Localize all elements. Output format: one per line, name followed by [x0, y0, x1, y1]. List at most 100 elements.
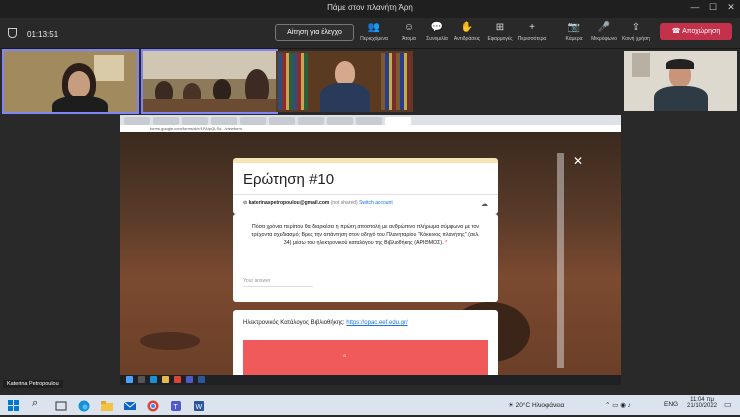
self-video-tile[interactable] [624, 51, 737, 111]
address-bar[interactable]: forms.google.com/forms/d/e/1FAIpQLSd.../… [120, 125, 621, 132]
timer-value: 01:13:51 [27, 30, 59, 39]
student-3 [213, 79, 231, 101]
participant-video-tile[interactable] [2, 49, 139, 114]
cloud-icon: ☁ [481, 201, 488, 208]
window-title: Πάμε στον πλανήτη Άρη [327, 3, 413, 12]
reactions-button[interactable]: ✋ Αντιδράσεις [451, 22, 483, 42]
window-titlebar: Πάμε στον πλανήτη Άρη — ☐ ✕ [0, 0, 740, 18]
windows-start-icon[interactable] [8, 399, 20, 411]
catalog-link[interactable]: https://opac.eef.edu.gr/ [346, 320, 407, 326]
participant-face [68, 71, 90, 97]
content-button[interactable]: 👥 Περιεχόμενα [358, 22, 390, 42]
desk [143, 99, 276, 112]
share-icon: ⇪ [631, 22, 641, 33]
more-icon: + [529, 22, 535, 33]
windows-icon [126, 376, 133, 383]
chrome-icon[interactable] [147, 399, 159, 412]
browser-tab[interactable] [124, 117, 150, 125]
search-icon [138, 376, 145, 383]
apps-button[interactable]: ⊞ Εφαρμογές [484, 22, 516, 42]
hand-icon: ✋ [460, 22, 474, 33]
teams-icon [186, 376, 193, 383]
microphone-button[interactable]: 🎤 Μικρόφωνο [588, 22, 620, 42]
question-card: Πόσα χρόνια περίπου θα διαρκέσει η πρώτη… [233, 214, 498, 302]
browser-tab[interactable] [327, 117, 353, 125]
headset [666, 59, 694, 69]
divider [233, 194, 498, 195]
content-icon: 👥 [367, 22, 381, 33]
task-view-icon[interactable] [55, 399, 67, 411]
notification-icon[interactable]: ▭ [724, 400, 732, 409]
edge-icon[interactable] [78, 399, 90, 412]
microphone-icon: 🎤 [597, 22, 611, 33]
browser-tab[interactable] [356, 117, 382, 125]
mail-icon[interactable] [123, 399, 137, 411]
cloud-sun-icon: ☀ [508, 402, 516, 409]
account-email: katerinaspetropoulou@gmail.com [248, 200, 330, 206]
answer-input[interactable]: Your answer [243, 278, 313, 287]
phone-icon: ☎ [671, 28, 683, 35]
classroom-video-tile[interactable] [141, 49, 278, 114]
apps-icon: ⊞ [495, 22, 505, 33]
browser-tab-active[interactable] [385, 117, 411, 125]
participant-name-tag: Katerina Petropoulou [3, 380, 63, 388]
meeting-toolbar: 01:13:51 Αίτηση για έλεγχο 👥 Περιεχόμενα … [0, 18, 740, 49]
library-banner-image: ⊙ [243, 340, 488, 380]
browser-tab[interactable] [153, 117, 179, 125]
word-icon [198, 376, 205, 383]
switch-account-link[interactable]: Switch account [359, 200, 393, 206]
share-button[interactable]: ⇪ Κοινή χρήση [620, 22, 652, 42]
clock[interactable]: 11:04 πμ 21/10/2022 [684, 397, 720, 409]
leave-button[interactable]: ☎ Αποχώρηση [660, 23, 732, 40]
banner-logo: ⊙ [343, 353, 347, 358]
self-body [654, 86, 708, 111]
maximize-button[interactable]: ☐ [706, 2, 720, 13]
search-icon[interactable]: ⌕ [32, 397, 44, 409]
not-shared-text: (not shared) [330, 200, 358, 206]
form-header-card: Ερώτηση #10 ⊘ katerinaspetropoulou@gmail… [233, 158, 498, 214]
language-indicator[interactable]: ENG [664, 401, 678, 408]
bookshelf-right [381, 53, 411, 110]
url-text: forms.google.com/forms/d/e/1FAIpQLSd.../… [150, 126, 242, 131]
librarian-body [320, 83, 370, 112]
question-text: Πόσα χρόνια περίπου θα διαρκέσει η πρώτη… [251, 224, 480, 246]
required-mark: * [445, 240, 448, 246]
browser-tab[interactable] [211, 117, 237, 125]
catalog-card: Ηλεκτρονικός Κατάλογος Βιβλιοθήκης: http… [233, 310, 498, 385]
more-button[interactable]: + Περισσότερα [516, 22, 548, 42]
browser-tab[interactable] [298, 117, 324, 125]
librarian-video-tile[interactable] [276, 51, 413, 112]
participant-body [52, 96, 108, 112]
browser-tabs-bar: forms.google.com/forms/d/e/1FAIpQLSd.../… [120, 115, 621, 132]
weather-widget[interactable]: ☀ 20°C Ηλιοφάνεια [508, 401, 564, 409]
account-line: ⊘ katerinaspetropoulou@gmail.com (not sh… [243, 200, 393, 206]
window-frame [632, 53, 650, 77]
teams-icon[interactable]: T [170, 399, 182, 411]
browser-tab[interactable] [240, 117, 266, 125]
camera-button[interactable]: 📷 Κάμερα [558, 22, 590, 42]
close-window-button[interactable]: ✕ [724, 2, 738, 13]
form-title: Ερώτηση #10 [243, 171, 335, 188]
page-scrollbar[interactable] [557, 153, 564, 368]
close-icon[interactable]: ✕ [573, 154, 583, 168]
shared-screen[interactable]: forms.google.com/forms/d/e/1FAIpQLSd.../… [120, 115, 621, 385]
chat-icon: 💬 [430, 22, 444, 33]
system-tray-icons[interactable]: ⌃ ▭ ◉ ♪ [605, 401, 631, 409]
request-control-button[interactable]: Αίτηση για έλεγχο [275, 24, 354, 41]
meeting-timer: 01:13:51 [8, 28, 58, 39]
folder-icon [162, 376, 169, 383]
word-icon[interactable]: W [193, 399, 205, 411]
svg-text:W: W [196, 404, 203, 411]
catalog-line: Ηλεκτρονικός Κατάλογος Βιβλιοθήκης: http… [243, 320, 408, 326]
browser-tab[interactable] [182, 117, 208, 125]
librarian-face [335, 61, 355, 85]
browser-tab[interactable] [269, 117, 295, 125]
windows-taskbar: ⌕ T W ☀ 20°C Ηλιοφάνεια ⌃ ▭ ◉ ♪ ENG 11:0… [0, 395, 740, 415]
svg-text:T: T [174, 404, 179, 411]
minimize-button[interactable]: — [688, 2, 702, 12]
file-explorer-icon[interactable] [101, 399, 113, 411]
rock [140, 332, 200, 350]
shared-taskbar [120, 375, 621, 385]
edge-icon [150, 376, 157, 383]
chat-button[interactable]: 💬 Συνομιλία [421, 22, 453, 42]
